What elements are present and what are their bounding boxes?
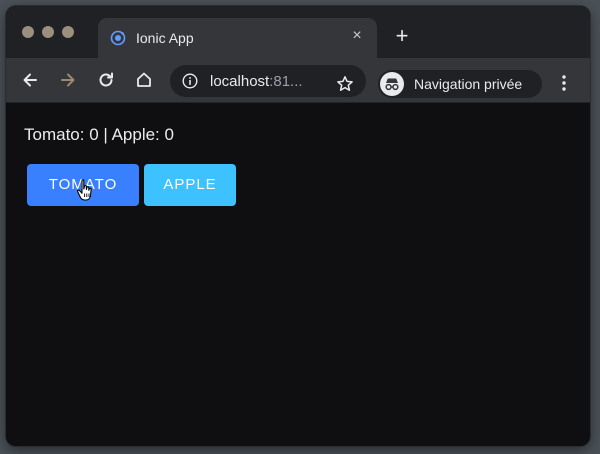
browser-window: Ionic App × + localhost:81... Navigation… — [6, 6, 590, 446]
info-icon[interactable] — [182, 73, 198, 89]
back-icon[interactable] — [20, 70, 40, 90]
url-port: :81... — [269, 73, 303, 90]
kebab-menu-icon[interactable] — [556, 74, 572, 92]
close-window-button[interactable] — [22, 26, 34, 38]
url-host: localhost — [210, 73, 270, 90]
incognito-icon — [380, 72, 404, 96]
browser-tab[interactable]: Ionic App × — [98, 18, 377, 58]
star-icon[interactable] — [336, 75, 354, 93]
home-icon[interactable] — [134, 70, 154, 90]
title-bar: Ionic App × + — [6, 6, 590, 58]
ionic-logo-icon — [110, 30, 126, 46]
maximize-window-button[interactable] — [62, 26, 74, 38]
incognito-label: Navigation privée — [414, 76, 523, 92]
forward-icon[interactable] — [58, 70, 78, 90]
browser-toolbar: localhost:81... Navigation privée — [6, 58, 590, 103]
incognito-badge[interactable]: Navigation privée — [378, 70, 542, 98]
tab-title: Ionic App — [136, 30, 194, 46]
url-text: localhost:81... — [210, 73, 303, 90]
plus-icon[interactable]: + — [392, 25, 412, 47]
close-icon[interactable]: × — [349, 28, 365, 44]
minimize-window-button[interactable] — [42, 26, 54, 38]
page-content: Tomato: 0 | Apple: 0 TOMATO APPLE — [6, 103, 590, 446]
reload-icon[interactable] — [96, 70, 116, 90]
counter-text: Tomato: 0 | Apple: 0 — [24, 125, 174, 144]
hand-cursor-icon — [76, 178, 96, 202]
apple-button[interactable]: APPLE — [144, 164, 236, 206]
